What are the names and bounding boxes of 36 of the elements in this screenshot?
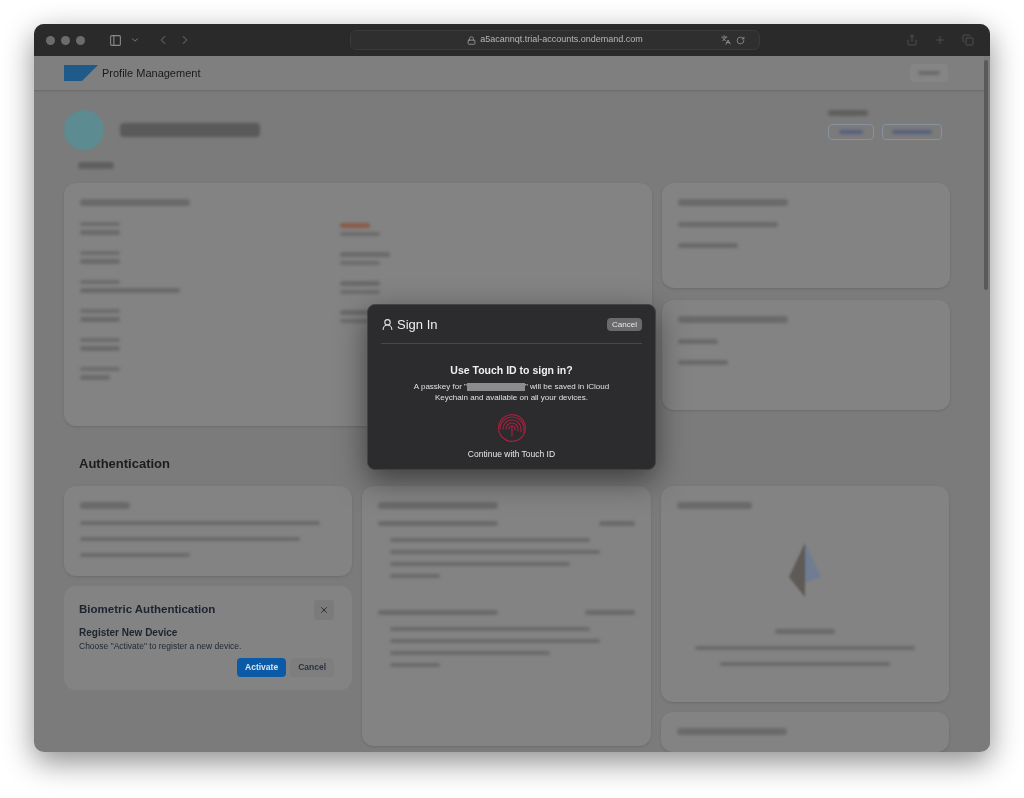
card-description: Choose "Activate" to register a new device. xyxy=(79,639,243,653)
card-title: Biometric Authentication xyxy=(79,601,216,617)
touch-id-action[interactable]: Continue with Touch ID xyxy=(467,448,556,461)
blurred-text xyxy=(678,339,718,344)
url-text: a5acannqt.trial-accounts.ondemand.com xyxy=(480,33,643,47)
avatar xyxy=(64,110,104,150)
app-title: Profile Management xyxy=(102,65,201,81)
reload-icon[interactable] xyxy=(736,35,745,45)
section-heading: Authentication xyxy=(79,455,170,473)
dialog-title: Sign In xyxy=(397,316,438,334)
sidebar-icon[interactable] xyxy=(109,33,122,47)
close-icon xyxy=(319,604,329,615)
new-tab-icon[interactable] xyxy=(934,34,946,46)
tabs-icon[interactable] xyxy=(962,34,974,46)
address-bar[interactable]: a5acannqt.trial-accounts.ondemand.com xyxy=(350,30,760,50)
card-subtitle: Register New Device xyxy=(79,625,179,640)
blurred-text xyxy=(80,501,130,509)
blurred-text xyxy=(78,162,114,169)
blurred-text xyxy=(678,360,728,365)
header-button[interactable] xyxy=(828,124,874,140)
activate-button[interactable]: Activate xyxy=(237,658,287,678)
dialog-message: A passkey for " " will be saved in iCloud Keychain and available on all your devices. xyxy=(412,381,611,404)
blurred-text xyxy=(828,110,868,116)
dialog-heading: Use Touch ID to sign in? xyxy=(450,362,573,378)
share-icon[interactable] xyxy=(906,34,918,46)
redacted-text xyxy=(466,383,525,392)
fingerprint-icon xyxy=(497,414,526,443)
translate-icon[interactable] xyxy=(721,35,731,45)
blurred-text xyxy=(340,223,370,228)
chevron-down-icon[interactable] xyxy=(130,35,140,45)
close-button[interactable] xyxy=(314,599,334,620)
lock-icon xyxy=(467,35,477,45)
logo xyxy=(64,65,98,81)
header-button[interactable] xyxy=(882,124,942,140)
cancel-button[interactable]: Cancel xyxy=(290,658,334,678)
cancel-button[interactable]: Cancel xyxy=(607,318,642,332)
